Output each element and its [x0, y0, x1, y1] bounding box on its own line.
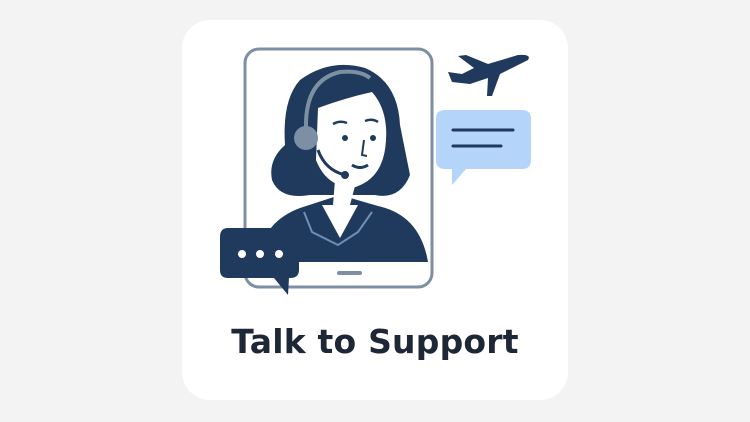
chat-bubble-lines-icon — [436, 110, 531, 185]
airplane-icon — [448, 54, 529, 96]
talk-to-support-label[interactable]: Talk to Support — [182, 322, 568, 361]
tablet-home-button — [337, 271, 362, 275]
